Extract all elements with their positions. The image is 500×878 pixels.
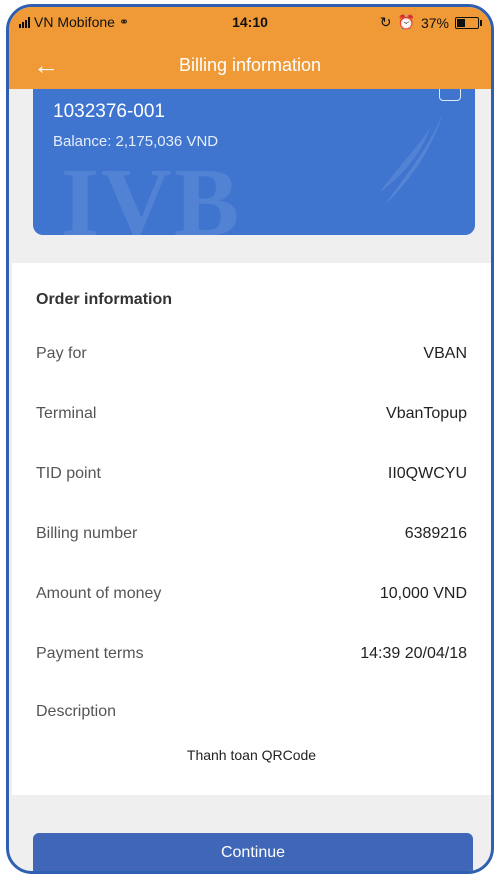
order-row-pay-for: Pay for VBAN	[36, 345, 467, 369]
order-section: Order information Pay for VBAN Terminal …	[12, 263, 491, 691]
lock-rotation-icon: ↻	[379, 14, 392, 30]
bank-logo-watermark: IVB	[61, 149, 242, 235]
row-label: Amount of money	[36, 585, 162, 602]
nav-bar: ← Billing information	[9, 45, 491, 85]
account-number: 1032376-001	[53, 101, 165, 122]
top-bar: VN Mobifone ⚭ 14:10 ↻ ⏰ 37% ← Billing in…	[9, 7, 491, 89]
order-row-tid-point: TID point II0QWCYU	[36, 465, 467, 489]
account-card[interactable]: IVB 1032376-001 Balance: 2,175,036 VND	[33, 89, 475, 235]
continue-button[interactable]: Continue	[33, 833, 473, 871]
description-section: Description Thanh toan QRCode	[12, 691, 491, 795]
row-value: 10,000 VND	[379, 585, 467, 602]
alarm-icon: ⏰	[397, 14, 415, 30]
row-value: VBAN	[423, 345, 467, 362]
description-value: Thanh toan QRCode	[186, 747, 317, 763]
status-bar: VN Mobifone ⚭ 14:10 ↻ ⏰ 37%	[9, 7, 491, 37]
row-value: 6389216	[404, 525, 467, 542]
order-title: Order information	[36, 291, 173, 308]
row-label: TID point	[36, 465, 101, 482]
account-balance: Balance: 2,175,036 VND	[53, 133, 219, 150]
status-right: ↻ ⏰ 37%	[379, 14, 482, 31]
order-row-amount: Amount of money 10,000 VND	[36, 585, 467, 609]
row-label: Billing number	[36, 525, 138, 542]
row-value: II0QWCYU	[387, 465, 467, 482]
swoosh-icon	[379, 113, 443, 205]
row-value: VbanTopup	[386, 405, 467, 422]
row-label: Terminal	[36, 405, 97, 422]
row-value: 14:39 20/04/18	[360, 645, 467, 662]
description-label: Description	[36, 703, 117, 720]
order-row-billing-number: Billing number 6389216	[36, 525, 467, 549]
select-checkbox[interactable]	[439, 89, 461, 101]
page-title: Billing information	[178, 55, 322, 75]
row-label: Payment terms	[36, 645, 144, 662]
row-label: Pay for	[36, 345, 87, 362]
order-row-terminal: Terminal VbanTopup	[36, 405, 467, 429]
battery-icon	[455, 16, 482, 29]
phone-frame: VN Mobifone ⚭ 14:10 ↻ ⏰ 37% ← Billing in…	[6, 4, 494, 874]
battery-percent: 37%	[420, 14, 449, 31]
order-row-payment-terms: Payment terms 14:39 20/04/18	[36, 645, 467, 669]
